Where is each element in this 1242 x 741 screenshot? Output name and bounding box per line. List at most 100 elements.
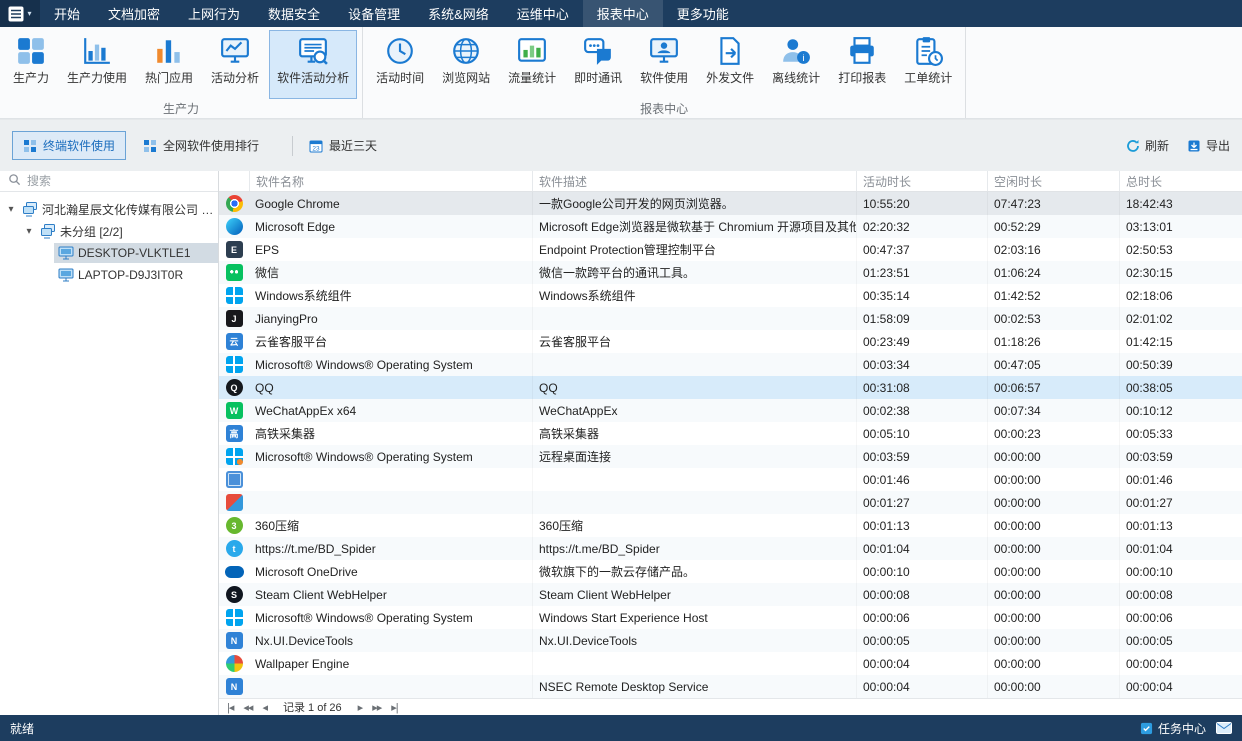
ribbon-item[interactable]: 外发文件 (698, 30, 762, 99)
next-page-button[interactable]: ▸ (358, 701, 363, 714)
menu-item[interactable]: 数据安全 (254, 0, 334, 27)
tree-item[interactable]: ▾河北瀚星辰文化传媒有限公司 [2/2] (0, 198, 218, 220)
ribbon-item[interactable]: 即时通讯 (566, 30, 630, 99)
table-row[interactable]: QQQQQ00:31:0800:06:5700:38:05 (219, 376, 1242, 399)
total-duration-cell: 00:00:10 (1119, 560, 1242, 583)
expander-icon[interactable]: ▾ (22, 226, 36, 237)
menu-item[interactable]: 系统&网络 (414, 0, 503, 27)
action-label: 导出 (1206, 137, 1230, 154)
ribbon-item[interactable]: 活动时间 (368, 30, 432, 99)
tree-item[interactable]: DESKTOP-VLKTLE1 (0, 242, 218, 264)
software-name-cell: EPS (249, 243, 532, 257)
tab[interactable]: 终端软件使用 (12, 131, 126, 160)
table-row[interactable]: Microsoft EdgeMicrosoft Edge浏览器是微软基于 Chr… (219, 215, 1242, 238)
idle-duration-cell: 02:03:16 (987, 238, 1119, 261)
idle-duration-cell: 00:00:00 (987, 606, 1119, 629)
total-duration-cell: 00:10:12 (1119, 399, 1242, 422)
status-text: 就绪 (10, 720, 34, 737)
table-row[interactable]: thttps://t.me/BD_Spiderhttps://t.me/BD_S… (219, 537, 1242, 560)
menu-item[interactable]: 运维中心 (503, 0, 583, 27)
tree-item[interactable]: ▾未分组 [2/2] (0, 220, 218, 242)
date-filter[interactable]: 23 最近三天 (309, 137, 377, 154)
menu-item[interactable]: 设备管理 (334, 0, 414, 27)
column-header-name[interactable]: 软件名称 (249, 171, 532, 191)
ribbon-item[interactable]: 生产力使用 (59, 30, 135, 99)
last-page-button[interactable]: ▸| (391, 701, 397, 714)
chevron-down-icon: ▾ (27, 9, 31, 18)
task-center-button[interactable]: 任务中心 (1140, 720, 1206, 737)
expander-icon[interactable]: ▾ (4, 204, 18, 215)
table-row[interactable]: 高高铁采集器高铁采集器00:05:1000:00:2300:05:33 (219, 422, 1242, 445)
table-row[interactable]: Microsoft® Windows® Operating System远程桌面… (219, 445, 1242, 468)
search-input[interactable] (27, 174, 210, 188)
menu-item[interactable]: 文档加密 (94, 0, 174, 27)
table-row[interactable]: NNSEC Remote Desktop Service00:00:0400:0… (219, 675, 1242, 698)
next-group-button[interactable]: ▸▸ (372, 701, 381, 714)
software-name-cell: Microsoft® Windows® Operating System (249, 450, 532, 464)
wechatappex-icon: W (226, 402, 243, 419)
menu-item[interactable]: 上网行为 (174, 0, 254, 27)
table-row[interactable]: 3360压缩360压缩00:01:1300:00:0000:01:13 (219, 514, 1242, 537)
table-row[interactable]: Windows系统组件Windows系统组件00:35:1401:42:5202… (219, 284, 1242, 307)
icon-column-header (219, 171, 249, 191)
column-header-total[interactable]: 总时长 (1119, 171, 1242, 191)
table-row[interactable]: SSteam Client WebHelperSteam Client WebH… (219, 583, 1242, 606)
table-row[interactable]: NNx.UI.DeviceToolsNx.UI.DeviceTools00:00… (219, 629, 1242, 652)
table-row[interactable]: WWeChatAppEx x64WeChatAppEx00:02:3800:07… (219, 399, 1242, 422)
monitor-chart-icon (220, 36, 250, 66)
jianying-icon: J (226, 310, 243, 327)
table-row[interactable]: Wallpaper Engine00:00:0400:00:0000:00:04 (219, 652, 1242, 675)
tree: ▾河北瀚星辰文化传媒有限公司 [2/2]▾未分组 [2/2]DESKTOP-VL… (0, 192, 218, 715)
ribbon-item[interactable]: i离线统计 (764, 30, 828, 99)
ribbon-item[interactable]: 软件使用 (632, 30, 696, 99)
software-name-cell: Microsoft Edge (249, 220, 532, 234)
table-row[interactable]: Microsoft® Windows® Operating System00:0… (219, 353, 1242, 376)
menu-item[interactable]: 开始 (40, 0, 94, 27)
software-desc-cell: Microsoft Edge浏览器是微软基于 Chromium 开源项目及其他开… (532, 215, 856, 238)
table-row[interactable]: 00:01:2700:00:0000:01:27 (219, 491, 1242, 514)
table-row[interactable]: Microsoft OneDrive微软旗下的一款云存储产品。00:00:100… (219, 560, 1242, 583)
table-row[interactable]: JJianyingPro01:58:0900:02:5302:01:02 (219, 307, 1242, 330)
first-page-button[interactable]: |◂ (227, 701, 233, 714)
ribbon-item[interactable]: 软件活动分析 (269, 30, 357, 99)
column-header-idle[interactable]: 空闲时长 (987, 171, 1119, 191)
pager-left-buttons: |◂◂◂◂ (227, 701, 267, 714)
menu-item[interactable]: 报表中心 (583, 0, 663, 27)
tab-label: 终端软件使用 (43, 137, 115, 154)
ribbon-item[interactable]: 流量统计 (500, 30, 564, 99)
table-row[interactable]: 微信微信一款跨平台的通讯工具。01:23:5101:06:2402:30:15 (219, 261, 1242, 284)
tab[interactable]: 全网软件使用排行 (132, 131, 270, 160)
table-row[interactable]: Google Chrome一款Google公司开发的网页浏览器。10:55:20… (219, 192, 1242, 215)
table-header: 软件名称 软件描述 活动时长 空闲时长 总时长 (219, 171, 1242, 192)
refresh-button[interactable]: 刷新 (1126, 137, 1169, 154)
task-center-label: 任务中心 (1158, 720, 1206, 737)
message-icon[interactable] (1216, 722, 1232, 734)
software-name-cell: WeChatAppEx x64 (249, 404, 532, 418)
ribbon-item[interactable]: 浏览网站 (434, 30, 498, 99)
ribbon-item[interactable]: 热门应用 (137, 30, 201, 99)
export-button[interactable]: 导出 (1187, 137, 1230, 154)
ribbon-item[interactable]: 生产力 (5, 30, 57, 99)
app-menu-icon[interactable]: ▾ (0, 0, 40, 27)
table-row[interactable]: 00:01:4600:00:0000:01:46 (219, 468, 1242, 491)
ribbon-item[interactable]: 活动分析 (203, 30, 267, 99)
table-row[interactable]: Microsoft® Windows® Operating SystemWind… (219, 606, 1242, 629)
ribbon-item[interactable]: 打印报表 (830, 30, 894, 99)
prev-page-button[interactable]: ◂ (262, 701, 267, 714)
idle-duration-cell: 07:47:23 (987, 192, 1119, 215)
total-duration-cell: 00:00:06 (1119, 606, 1242, 629)
ribbon-item[interactable]: 工单统计 (896, 30, 960, 99)
column-header-active[interactable]: 活动时长 (856, 171, 987, 191)
software-name-cell: Microsoft® Windows® Operating System (249, 611, 532, 625)
column-header-desc[interactable]: 软件描述 (532, 171, 856, 191)
prev-group-button[interactable]: ◂◂ (243, 701, 252, 714)
software-desc-cell: https://t.me/BD_Spider (532, 537, 856, 560)
toolbar-tabs: 终端软件使用 全网软件使用排行 (12, 131, 276, 160)
menu-item[interactable]: 更多功能 (663, 0, 743, 27)
table-row[interactable]: EEPSEndpoint Protection管理控制平台00:47:3702:… (219, 238, 1242, 261)
tab-label: 全网软件使用排行 (163, 137, 259, 154)
software-desc-cell: Nx.UI.DeviceTools (532, 629, 856, 652)
software-name-cell: QQ (249, 381, 532, 395)
tree-item[interactable]: LAPTOP-D9J3IT0R (0, 264, 218, 286)
table-row[interactable]: 云云雀客服平台云雀客服平台00:23:4901:18:2601:42:15 (219, 330, 1242, 353)
